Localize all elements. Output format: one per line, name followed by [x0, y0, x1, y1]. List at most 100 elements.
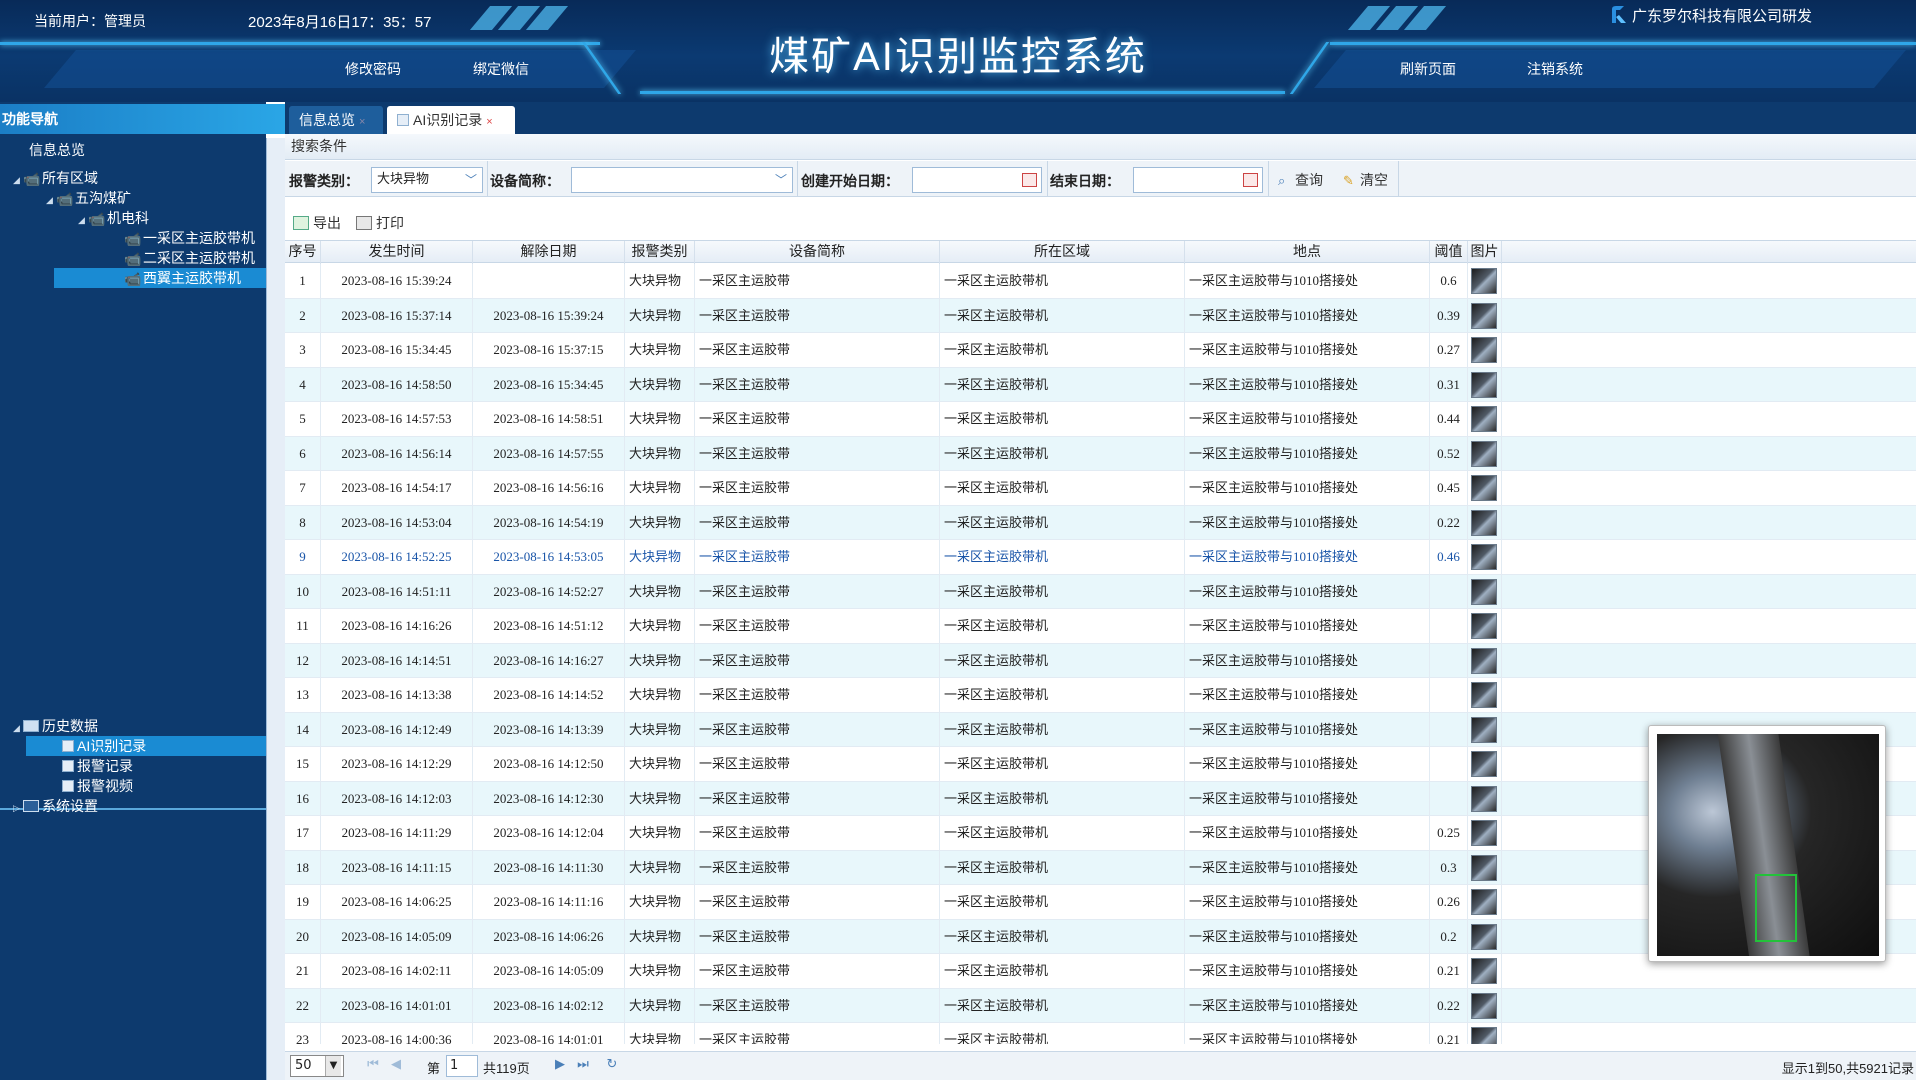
table-row[interactable]: 11 2023-08-16 14:16:26 2023-08-16 14:51:12… — [285, 609, 1916, 644]
sidebar-item-overview[interactable]: 信息总览 — [29, 140, 85, 160]
snapshot-thumbnail[interactable] — [1471, 475, 1497, 501]
cell-area: 一采区主运胶带机 — [940, 367, 1185, 402]
snapshot-thumbnail[interactable] — [1471, 751, 1497, 777]
start-date-input[interactable] — [912, 167, 1042, 193]
menu-history-data[interactable]: ◢ 历史数据 — [13, 716, 98, 736]
refresh-icon[interactable]: ↻ — [605, 1057, 619, 1072]
close-icon[interactable]: × — [359, 116, 365, 128]
table-row[interactable]: 8 2023-08-16 14:53:04 2023-08-16 14:54:19 大… — [285, 505, 1916, 540]
cell-release-date: 2023-08-16 14:52:27 — [473, 574, 625, 609]
query-button[interactable]: ⌕ 查询 — [1278, 170, 1323, 190]
device-select[interactable]: ﹀ — [571, 167, 793, 193]
collapse-triangle-icon[interactable]: ▷ — [13, 803, 23, 814]
print-button[interactable]: 打印 — [356, 213, 404, 233]
snapshot-thumbnail[interactable] — [1471, 854, 1497, 881]
table-row[interactable]: 10 2023-08-16 14:51:11 2023-08-16 14:52:27… — [285, 574, 1916, 609]
snapshot-thumbnail[interactable] — [1471, 1027, 1497, 1044]
column-header-alarm-type[interactable]: 报警类别 — [625, 241, 695, 264]
tree-node-west-belt[interactable]: 📹 西翼主运胶带机 — [54, 268, 266, 288]
tab-overview[interactable]: 信息总览 × — [289, 106, 383, 134]
snapshot-thumbnail[interactable] — [1471, 406, 1497, 432]
cell-device: 一采区主运胶带 — [695, 1023, 940, 1044]
table-row[interactable]: 6 2023-08-16 14:56:14 2023-08-16 14:57:55 大… — [285, 436, 1916, 471]
column-header-image[interactable]: 图片 — [1468, 241, 1502, 264]
snapshot-thumbnail[interactable] — [1471, 613, 1497, 639]
table-row[interactable]: 23 2023-08-16 14:00:36 2023-08-16 14:01:01… — [285, 1023, 1916, 1044]
last-page-icon[interactable]: ⏭ — [576, 1057, 590, 1072]
table-row[interactable]: 12 2023-08-16 14:14:51 2023-08-16 14:16:27… — [285, 643, 1916, 678]
table-row[interactable]: 4 2023-08-16 14:58:50 2023-08-16 15:34:45 大… — [285, 367, 1916, 402]
calendar-icon[interactable] — [1022, 173, 1037, 187]
chevron-down-icon[interactable]: ﹀ — [465, 168, 477, 192]
menu-alarm-videos[interactable]: 报警视频 — [62, 776, 133, 796]
table-row[interactable]: 5 2023-08-16 14:57:53 2023-08-16 14:58:51 大… — [285, 402, 1916, 437]
table-row[interactable]: 3 2023-08-16 15:34:45 2023-08-16 15:37:15 大… — [285, 333, 1916, 368]
snapshot-thumbnail[interactable] — [1471, 682, 1497, 708]
alarm-type-select[interactable]: 大块异物 ﹀ — [371, 167, 483, 193]
snapshot-thumbnail[interactable] — [1471, 820, 1497, 846]
column-header-location[interactable]: 地点 — [1185, 241, 1430, 264]
expand-triangle-icon[interactable]: ◢ — [13, 723, 23, 734]
column-header-threshold[interactable]: 阈值 — [1430, 241, 1468, 264]
tree-node-belt-1[interactable]: 📹 一采区主运胶带机 — [124, 228, 255, 248]
column-header-index[interactable]: 序号 — [285, 241, 321, 264]
menu-system-settings[interactable]: ▷ 系统设置 — [13, 796, 98, 816]
snapshot-thumbnail[interactable] — [1471, 544, 1497, 570]
snapshot-thumbnail[interactable] — [1471, 716, 1497, 743]
snapshot-thumbnail[interactable] — [1471, 958, 1497, 984]
cell-area: 一采区主运胶带机 — [940, 885, 1185, 919]
bind-wechat-button[interactable]: 绑定微信 — [473, 59, 529, 79]
snapshot-thumbnail[interactable] — [1471, 992, 1497, 1019]
column-header-release-date[interactable]: 解除日期 — [473, 241, 625, 264]
clear-button[interactable]: ✎ 清空 — [1343, 170, 1388, 190]
tree-node-wugou-mine[interactable]: ◢ 📹 五沟煤矿 — [46, 188, 131, 208]
table-row[interactable]: 13 2023-08-16 14:13:38 2023-08-16 14:14:52… — [285, 678, 1916, 713]
first-page-icon[interactable]: ⏮ — [366, 1057, 380, 1072]
page-number-input[interactable]: 1 — [446, 1055, 478, 1077]
snapshot-thumbnail[interactable] — [1471, 302, 1497, 329]
snapshot-thumbnail[interactable] — [1471, 440, 1497, 467]
table-row[interactable]: 9 2023-08-16 14:52:25 2023-08-16 14:53:05 大… — [285, 540, 1916, 575]
sidebar-splitter[interactable] — [266, 138, 285, 1080]
column-header-area[interactable]: 所在区域 — [940, 241, 1185, 264]
snapshot-thumbnail[interactable] — [1471, 923, 1497, 950]
expand-triangle-icon[interactable]: ◢ — [13, 175, 23, 186]
tree-node-belt-2[interactable]: 📹 二采区主运胶带机 — [124, 248, 255, 268]
refresh-page-button[interactable]: 刷新页面 — [1400, 59, 1456, 79]
cell-occur-time: 2023-08-16 14:16:26 — [321, 609, 473, 643]
table-row[interactable]: 2 2023-08-16 15:37:14 2023-08-16 15:39:24 大… — [285, 298, 1916, 333]
tree-node-electromech[interactable]: ◢ 📹 机电科 — [78, 208, 149, 228]
menu-alarm-records[interactable]: 报警记录 — [62, 756, 133, 776]
calendar-icon[interactable] — [1243, 173, 1258, 187]
snapshot-thumbnail[interactable] — [1471, 371, 1497, 398]
snapshot-thumbnail[interactable] — [1471, 268, 1497, 294]
end-date-input[interactable] — [1133, 167, 1263, 193]
logout-button[interactable]: 注销系统 — [1527, 59, 1583, 79]
table-row[interactable]: 7 2023-08-16 14:54:17 2023-08-16 14:56:16 大… — [285, 471, 1916, 506]
export-button[interactable]: 导出 — [293, 213, 341, 233]
chevron-down-icon[interactable]: ﹀ — [775, 168, 787, 192]
table-row[interactable]: 22 2023-08-16 14:01:01 2023-08-16 14:02:12… — [285, 988, 1916, 1023]
tree-node-all-areas[interactable]: ◢ 📹 所有区域 — [13, 168, 98, 188]
snapshot-thumbnail[interactable] — [1471, 785, 1497, 812]
table-row[interactable]: 1 2023-08-16 15:39:24 大块异物 一采区主运胶带 一采区主运胶带机一… — [285, 264, 1916, 299]
snapshot-thumbnail[interactable] — [1471, 889, 1497, 915]
snapshot-thumbnail[interactable] — [1471, 647, 1497, 674]
expand-triangle-icon[interactable]: ◢ — [46, 195, 56, 206]
menu-ai-records[interactable]: AI识别记录 — [26, 736, 266, 756]
snapshot-thumbnail[interactable] — [1471, 337, 1497, 363]
expand-triangle-icon[interactable]: ◢ — [78, 215, 88, 226]
column-header-occur-time[interactable]: 发生时间 — [321, 241, 473, 264]
prev-page-icon[interactable]: ◀ — [389, 1057, 403, 1072]
tab-ai-records[interactable]: AI识别记录 × — [387, 106, 515, 134]
page-size-select[interactable]: 50 ▼ — [290, 1055, 344, 1077]
close-icon[interactable]: × — [486, 116, 492, 128]
change-password-button[interactable]: 修改密码 — [345, 59, 401, 79]
chevron-down-icon[interactable]: ▼ — [325, 1056, 341, 1076]
camera-icon: 📹 — [56, 191, 74, 207]
next-page-icon[interactable]: ▶ — [553, 1057, 567, 1072]
column-header-device[interactable]: 设备简称 — [695, 241, 940, 264]
snapshot-thumbnail[interactable] — [1471, 578, 1497, 605]
snapshot-thumbnail[interactable] — [1471, 509, 1497, 536]
menu-label: 报警视频 — [77, 778, 133, 794]
